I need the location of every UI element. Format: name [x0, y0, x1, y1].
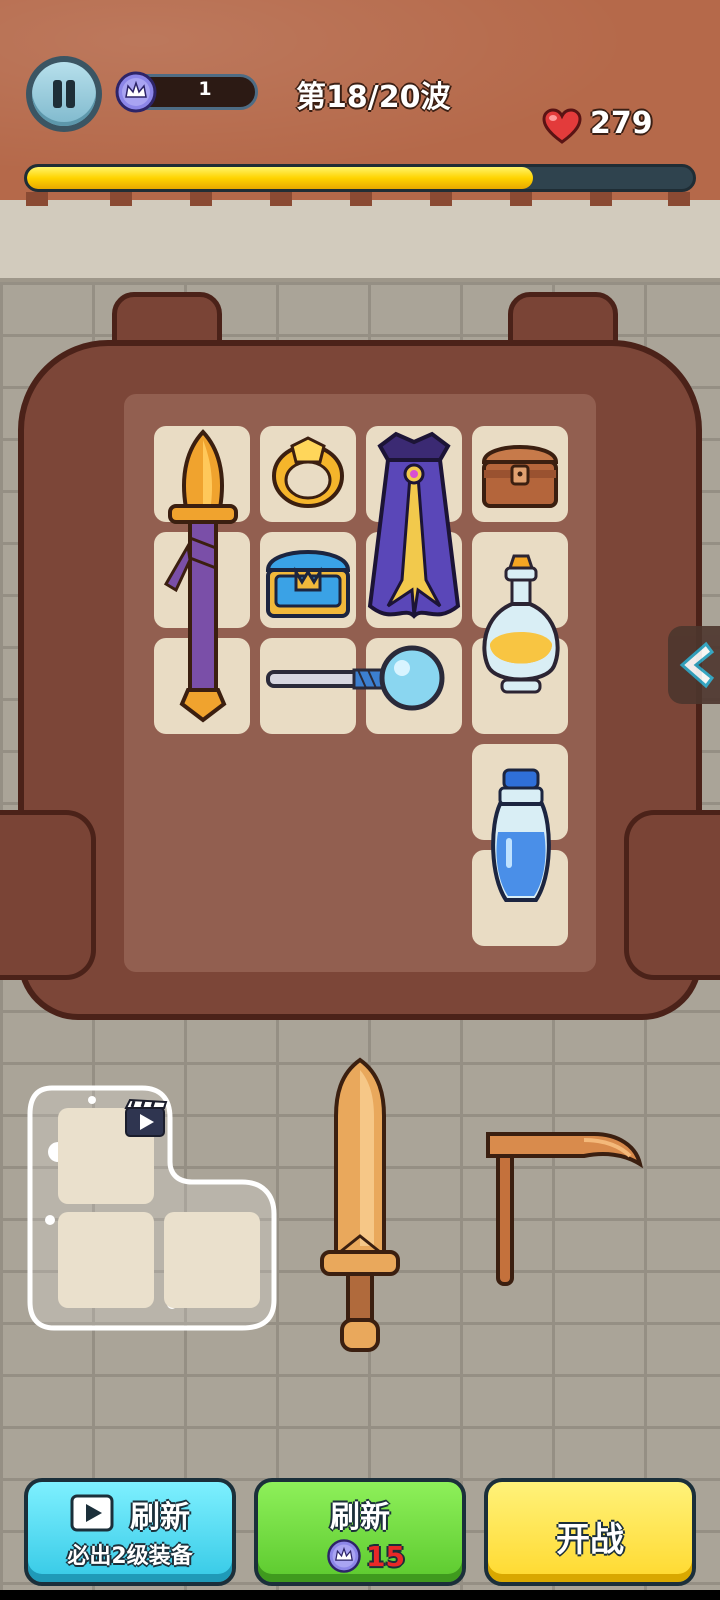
backpack-pocket-left [0, 810, 96, 980]
wave-progress-fill [27, 167, 534, 189]
wall-merlon [26, 192, 48, 206]
wall-merlon [350, 192, 372, 206]
wall-merlon [510, 192, 532, 206]
crown-gem-icon [115, 71, 157, 113]
ad-refresh-subtitle: 必出2级装备 [67, 1544, 193, 1569]
side-panel-toggle[interactable] [668, 626, 720, 704]
start-battle-button[interactable]: 开战 [484, 1478, 696, 1586]
gem-count-text: 1 [198, 78, 212, 100]
hp-value: 279 [590, 106, 653, 141]
play-video-icon [70, 1494, 114, 1532]
blue-potion-icon[interactable] [480, 766, 562, 916]
bronze-sword-icon[interactable] [318, 1056, 402, 1360]
heart-icon [542, 108, 582, 144]
start-battle-label: 开战 [556, 1520, 624, 1560]
backpack-pocket-right [624, 810, 720, 980]
refresh-label: 刷新 [330, 1500, 390, 1535]
bottom-system-strip [0, 1590, 720, 1600]
crown-gem-icon [327, 1539, 361, 1573]
blue-gold-chest-icon[interactable] [262, 536, 354, 624]
magnifying-staff-icon[interactable] [262, 642, 458, 714]
dagger-icon[interactable] [158, 428, 248, 728]
yellow-potion-icon[interactable] [476, 552, 566, 712]
video-ad-icon[interactable] [122, 1098, 168, 1138]
ad-reward-cell [58, 1212, 154, 1308]
pickaxe-icon[interactable] [484, 1124, 644, 1294]
wall-merlon [190, 192, 212, 206]
pause-icon [32, 62, 96, 126]
chevron-left-icon [679, 641, 715, 689]
wall-merlon [110, 192, 132, 206]
wall-merlon [590, 192, 612, 206]
castle-wall-top [0, 200, 720, 282]
wooden-chest-icon[interactable] [478, 432, 562, 516]
pause-bar-right [66, 80, 75, 108]
pause-bar-left [53, 80, 62, 108]
wave-progress-bar [24, 164, 696, 192]
ad-reward-cell [164, 1212, 260, 1308]
wall-merlon [270, 192, 292, 206]
pause-button[interactable] [26, 56, 102, 132]
purple-cloak-icon[interactable] [366, 430, 462, 626]
refresh-button[interactable]: 刷新 15 [254, 1478, 466, 1586]
wall-merlon [430, 192, 452, 206]
wall-merlon [668, 192, 690, 206]
wave-counter: 第18/20波 [296, 80, 451, 115]
ad-refresh-label: 刷新 [130, 1500, 190, 1535]
refresh-cost: 15 [366, 1540, 405, 1573]
gold-ring-icon[interactable] [266, 432, 350, 516]
ad-refresh-button[interactable]: 刷新 必出2级装备 [24, 1478, 236, 1586]
